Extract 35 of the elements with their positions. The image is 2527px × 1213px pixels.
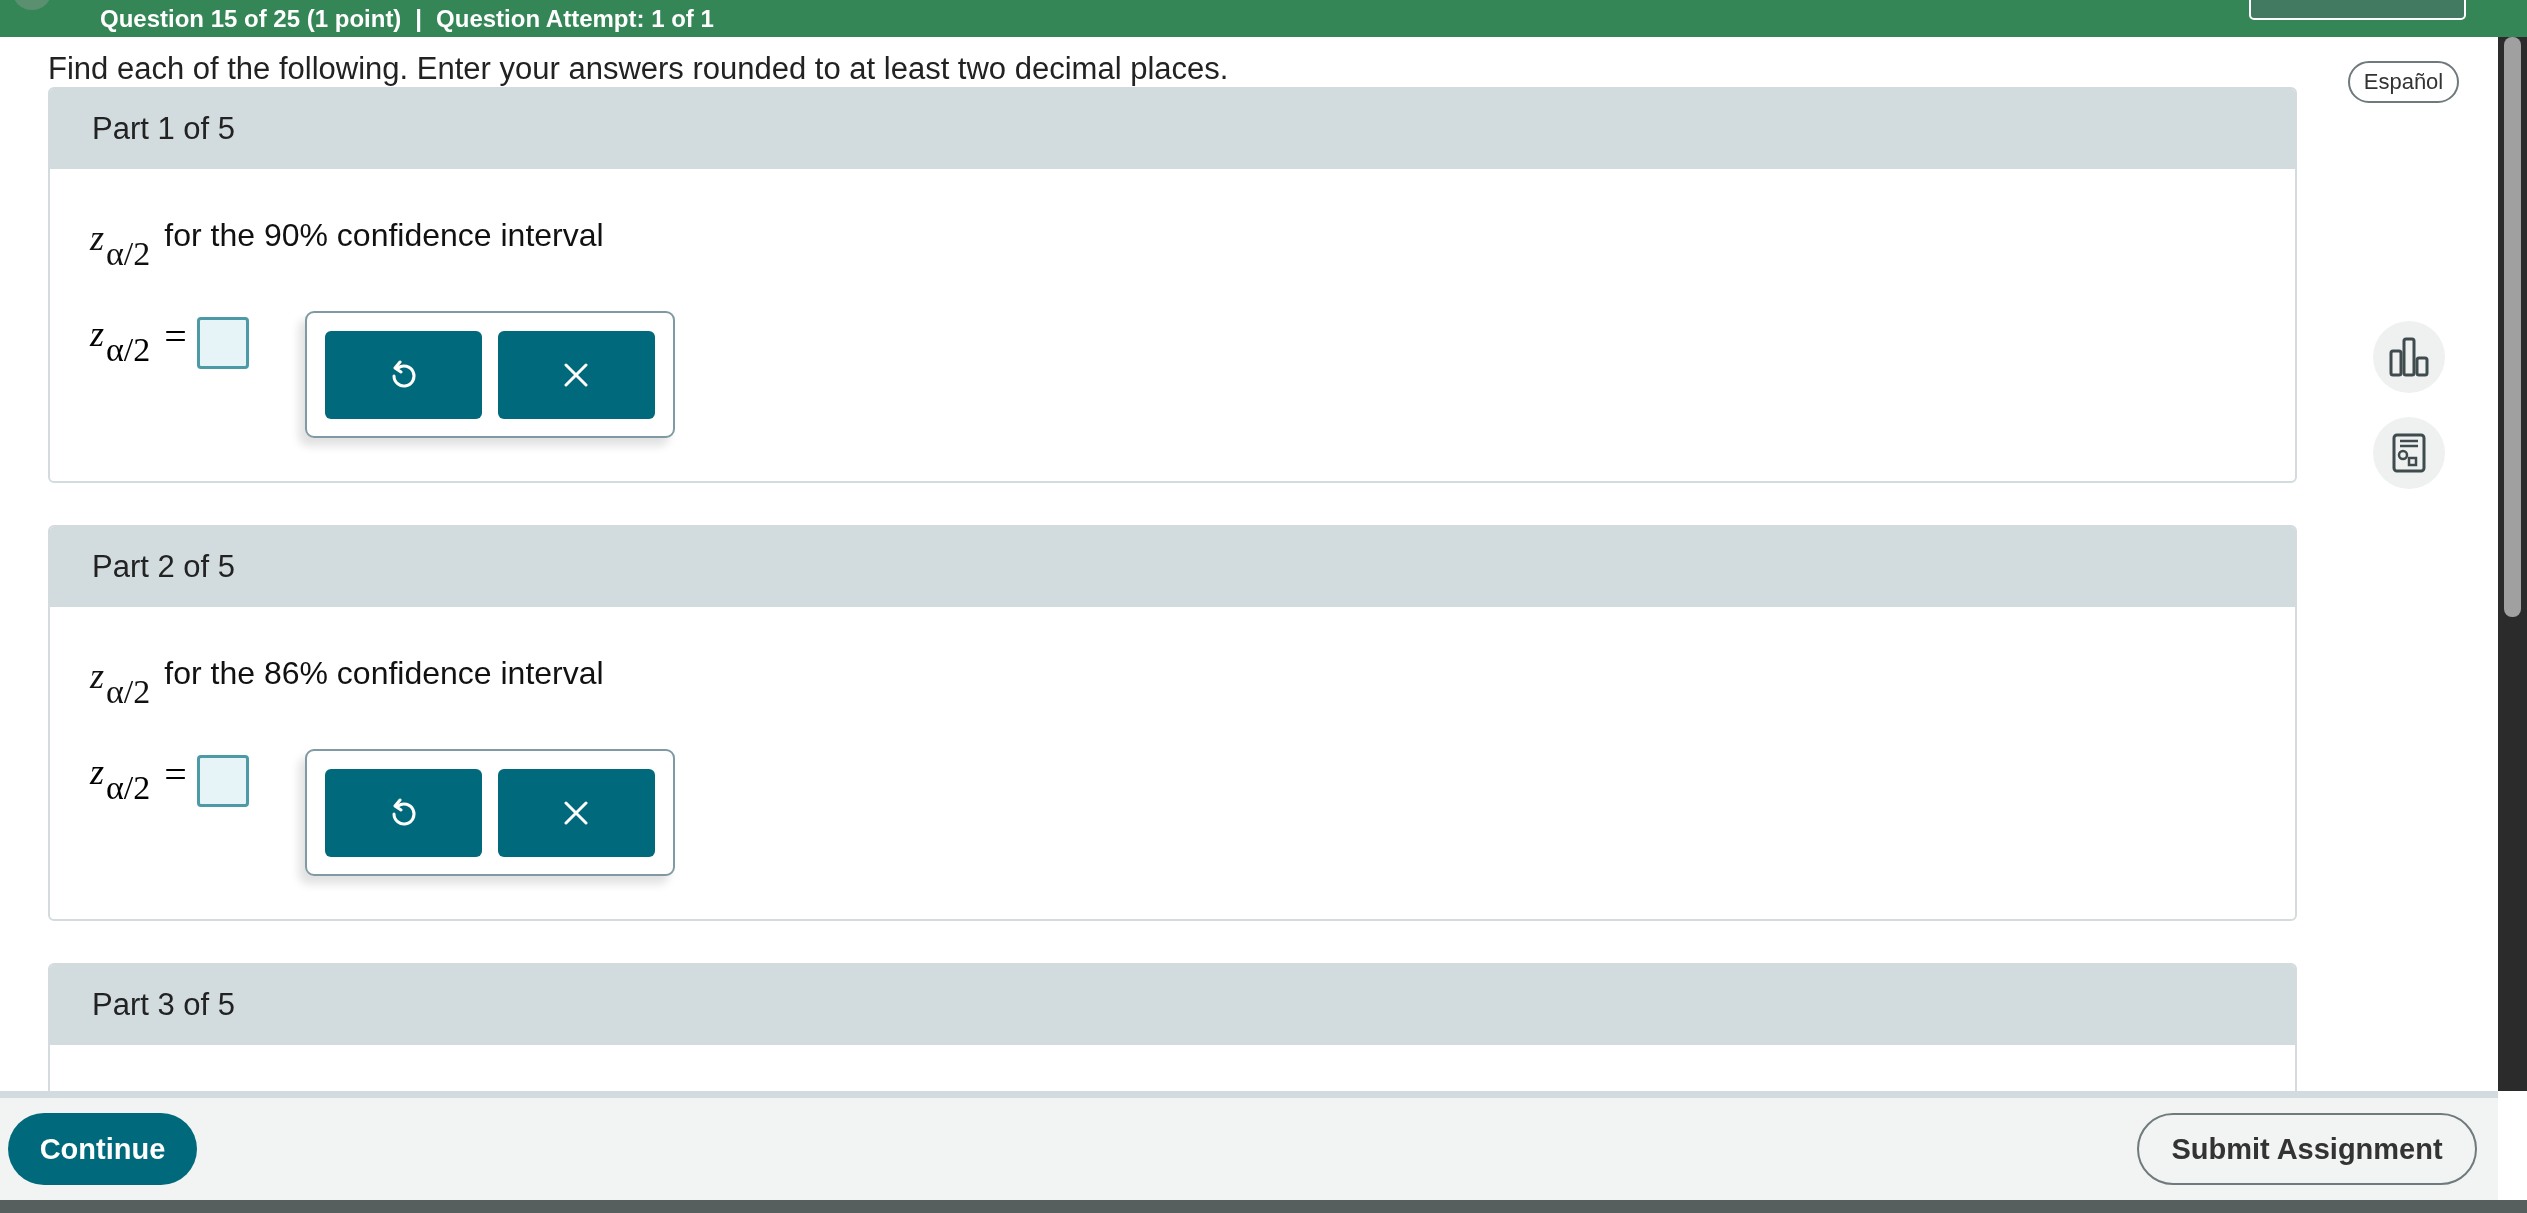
language-button[interactable]: Español [2347,61,2460,103]
undo-button[interactable] [324,331,482,419]
close-icon [564,363,589,387]
clear-button[interactable] [497,769,655,857]
subscript-text: α/2 [106,331,151,369]
scrollbar-thumb[interactable] [2504,37,2521,617]
subscript-text: α/2 [106,673,151,711]
answer-field[interactable] [196,755,249,807]
instruction-text: Find each of the following. Enter your answers rounded to at least two decimal places. [48,51,1230,87]
subscript-text: α/2 [106,235,151,273]
subscript-text: α/2 [106,769,151,807]
prompt-text: for the 90% confidence interval [164,217,604,254]
submit-button[interactable]: Submit Assignment [2137,1113,2477,1185]
z-symbol: z [90,217,104,259]
answer-field[interactable] [196,317,249,369]
prompt-text: for the 86% confidence interval [164,655,604,692]
part-header: Part 3 of 5 [50,965,2295,1045]
header-button[interactable] [2249,0,2466,20]
z-symbol: z [90,655,104,697]
document-icon [2391,433,2426,473]
separator-text: | [415,4,423,33]
close-icon [564,801,589,825]
continue-button[interactable]: Continue [8,1113,197,1185]
z-symbol: z [90,313,104,355]
attempt-count: Question Attempt: 1 of 1 [436,4,714,33]
equals-sign: = [164,751,187,798]
part-header: Part 2 of 5 [50,527,2295,607]
equals-sign: = [164,313,187,360]
question-number: Question 15 of 25 (1 point) [100,4,402,33]
clear-button[interactable] [497,331,655,419]
bar-chart-icon [2387,336,2430,378]
scrollbar[interactable] [2498,37,2527,1091]
undo-button[interactable] [324,769,482,857]
z-symbol: z [90,751,104,793]
part-header: Part 1 of 5 [50,89,2295,169]
